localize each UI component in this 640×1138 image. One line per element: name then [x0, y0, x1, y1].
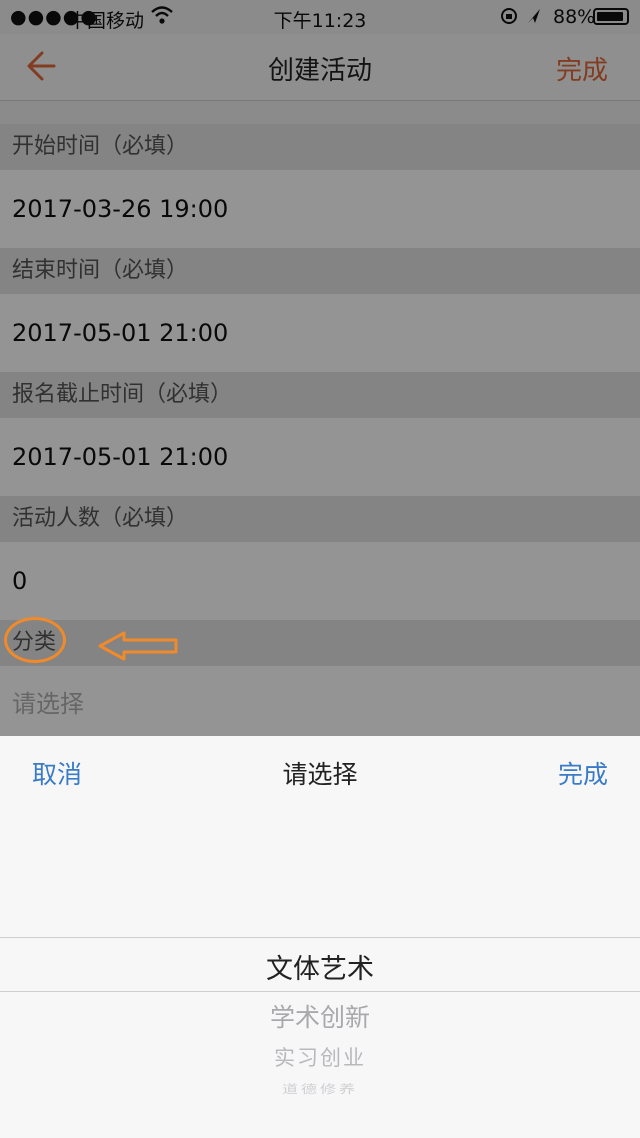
picker-option[interactable]: 学术创新	[0, 998, 640, 1034]
participant-count-label: 活动人数（必填）	[0, 496, 640, 542]
signup-deadline-label: 报名截止时间（必填）	[0, 372, 640, 418]
picker-option[interactable]: 道德修养	[0, 1080, 640, 1097]
picker-toolbar: 取消 请选择 完成	[0, 736, 640, 806]
signup-deadline-field[interactable]: 2017-05-01 21:00	[0, 418, 640, 496]
category-picker-sheet: 取消 请选择 完成 文体艺术 学术创新 实习创业 道德修养	[0, 736, 640, 1138]
category-field[interactable]: 请选择	[0, 666, 640, 736]
end-time-field[interactable]: 2017-05-01 21:00	[0, 294, 640, 372]
picker-title: 请选择	[282, 760, 358, 789]
clock: 下午11:23	[273, 10, 367, 32]
start-time-label: 开始时间（必填）	[0, 124, 640, 170]
annotation-circle	[4, 617, 66, 663]
picker-option-selected[interactable]: 文体艺术	[0, 947, 640, 986]
start-time-field[interactable]: 2017-03-26 19:00	[0, 170, 640, 248]
picker-done-button[interactable]: 完成	[558, 755, 608, 791]
picker-option[interactable]: 实习创业	[0, 1042, 640, 1072]
end-time-label: 结束时间（必填）	[0, 248, 640, 294]
nav-bar: 创建活动 完成	[0, 34, 640, 101]
nav-done-button[interactable]: 完成	[556, 50, 608, 87]
battery-icon	[593, 8, 629, 25]
battery-percent: 88%	[553, 6, 596, 28]
arrow-left-outline-icon	[98, 631, 178, 661]
location-icon	[500, 6, 544, 31]
participant-count-field[interactable]: 0	[0, 542, 640, 620]
picker-selection-top-line	[0, 937, 640, 938]
create-activity-page: ●●●●● 中国移动 下午11:23 88% 创建活动 完成 开始时间（必填） …	[0, 0, 640, 736]
picker-selection-bottom-line	[0, 991, 640, 992]
page-title: 创建活动	[267, 56, 372, 86]
status-bar: ●●●●● 中国移动 下午11:23 88%	[0, 0, 640, 34]
